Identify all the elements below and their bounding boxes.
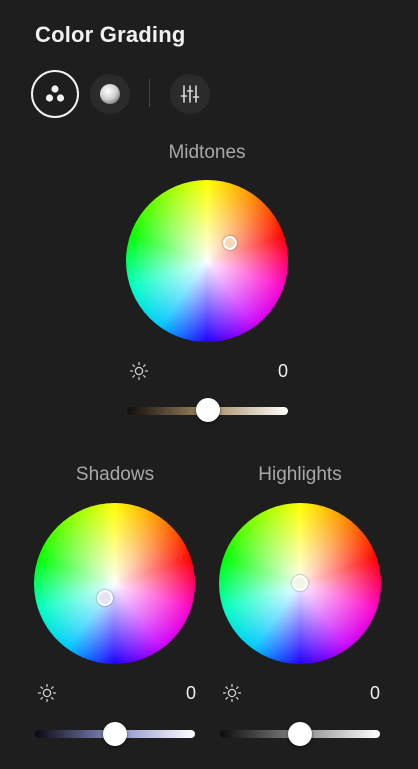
panel-title: Color Grading xyxy=(35,22,186,47)
midtones-sun-icon xyxy=(129,361,149,381)
shadows-wheel-handle[interactable] xyxy=(97,590,113,606)
highlights-slider-thumb[interactable] xyxy=(288,722,312,746)
adjustments-mode-button[interactable] xyxy=(170,74,210,114)
shadows-sun-icon xyxy=(37,683,57,703)
midtones-label: Midtones xyxy=(168,142,246,163)
shadows-color-wheel[interactable] xyxy=(34,503,195,664)
shadows-luminance-value: 0 xyxy=(185,683,196,703)
shadows-slider-thumb[interactable] xyxy=(103,722,127,746)
sliders-icon xyxy=(180,85,200,103)
shadows-label: Shadows xyxy=(75,464,155,485)
highlights-wheel-handle[interactable] xyxy=(292,575,308,591)
highlights-label: Highlights xyxy=(258,464,342,485)
midtones-wheel-handle[interactable] xyxy=(223,236,237,250)
midtones-luminance-value: 0 xyxy=(277,361,288,381)
highlights-luminance-value: 0 xyxy=(369,683,380,703)
three-way-mode-button[interactable] xyxy=(31,70,79,118)
mode-divider xyxy=(149,79,150,107)
three-dots-icon xyxy=(45,85,65,102)
sphere-icon xyxy=(100,84,120,104)
highlights-sun-icon xyxy=(222,683,242,703)
single-wheel-mode-button[interactable] xyxy=(90,74,130,114)
midtones-slider-thumb[interactable] xyxy=(195,398,220,422)
midtones-color-wheel[interactable] xyxy=(126,180,288,342)
